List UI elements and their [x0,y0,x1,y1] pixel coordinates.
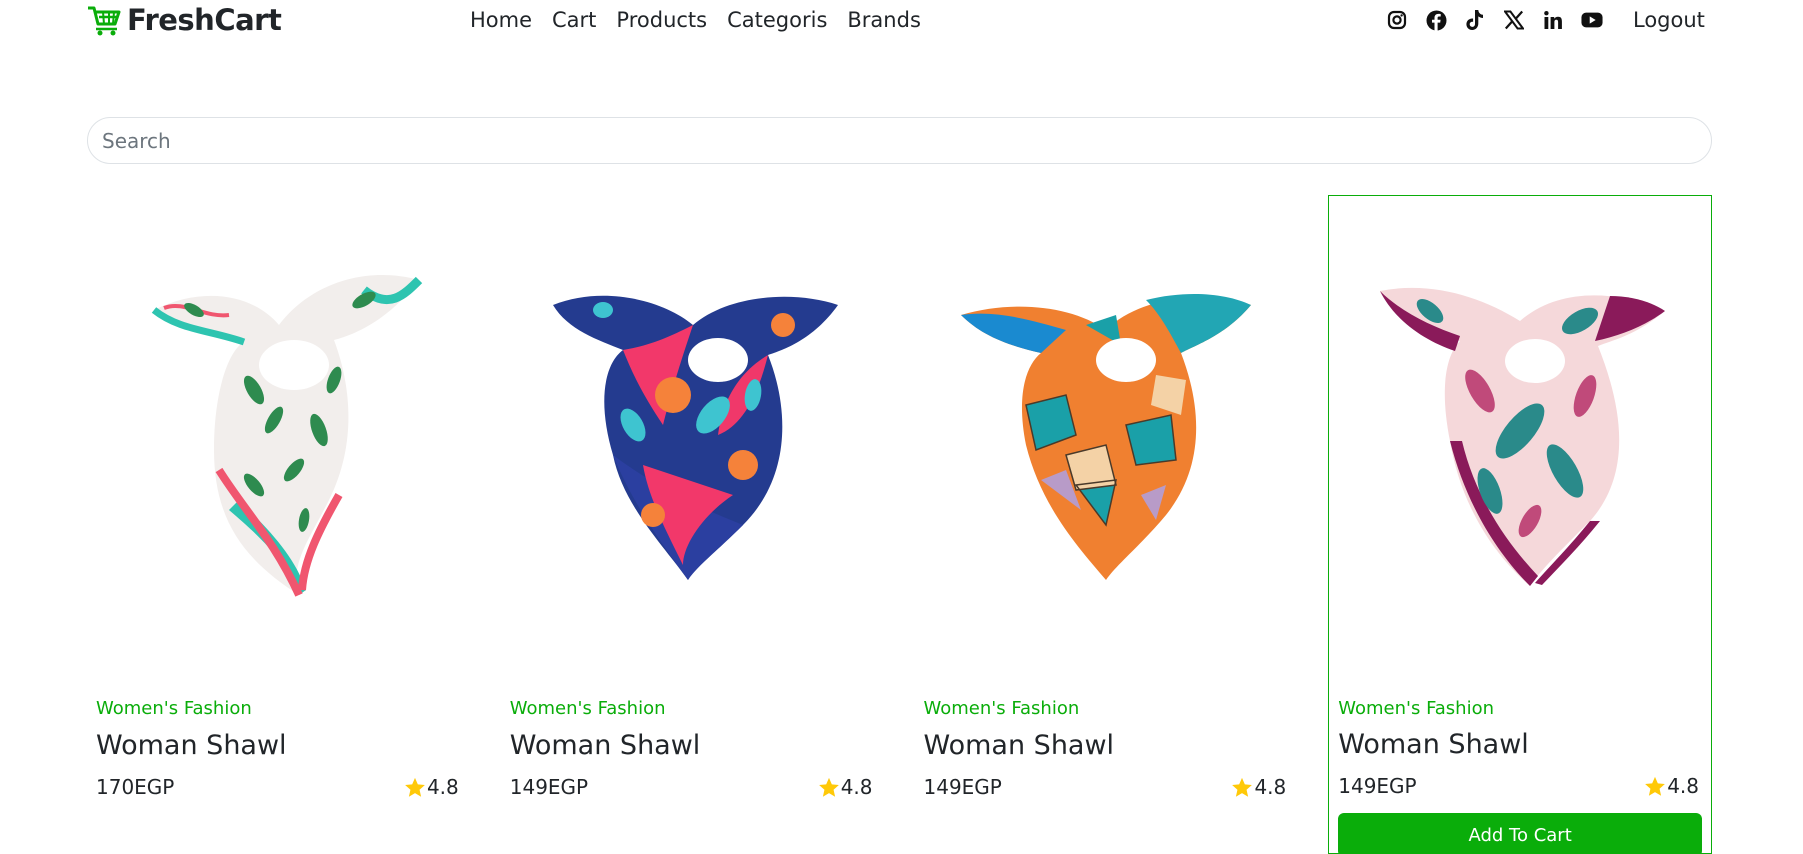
cart-icon [87,4,123,36]
star-icon [1231,777,1253,798]
search-input[interactable] [87,117,1712,164]
add-to-cart-button[interactable]: Add To Cart [1338,813,1702,854]
product-card[interactable]: Women's Fashion Woman Shawl 149EGP 4.8 [915,195,1299,854]
rating-value: 4.8 [840,775,873,799]
product-rating: 4.8 [1644,774,1699,798]
rating-value: 4.8 [1254,775,1287,799]
star-icon [818,777,840,798]
linkedin-icon[interactable] [1542,9,1564,31]
product-price: 149EGP [509,775,589,799]
product-price: 149EGP [923,775,1002,799]
product-card[interactable]: Women's Fashion Woman Shawl 170EGP 4.8 [87,195,471,854]
rating-value: 4.8 [426,775,459,799]
rating-value: 4.8 [1667,774,1699,798]
product-image[interactable] [915,195,1299,675]
nav-link-categories[interactable]: Categoris [727,8,827,32]
nav-link-products[interactable]: Products [616,8,707,32]
facebook-icon[interactable] [1425,9,1447,31]
product-price: 170EGP [96,775,175,799]
product-category[interactable]: Women's Fashion [510,698,666,719]
brand-logo[interactable]: FreshCart [87,3,282,37]
product-title[interactable]: Woman Shawl [924,730,1115,761]
tiktok-icon[interactable] [1464,9,1486,31]
nav-link-home[interactable]: Home [470,8,532,32]
logout-link[interactable]: Logout [1633,8,1705,32]
product-grid: Women's Fashion Woman Shawl 170EGP 4.8 W… [87,195,1712,854]
nav-links: Home Cart Products Categoris Brands [470,8,921,32]
x-icon[interactable] [1503,9,1525,31]
product-category[interactable]: Women's Fashion [924,698,1080,719]
nav-link-brands[interactable]: Brands [847,8,921,32]
product-card[interactable]: Women's Fashion Woman Shawl 149EGP 4.8 [501,195,885,854]
product-title[interactable]: Woman Shawl [1338,729,1529,760]
product-title[interactable]: Woman Shawl [96,730,287,761]
product-title[interactable]: Woman Shawl [510,730,701,761]
navbar: FreshCart Home Cart Products Categoris B… [0,0,1803,42]
youtube-icon[interactable] [1581,9,1603,31]
product-rating: 4.8 [818,775,873,799]
social-links [1386,9,1603,31]
product-rating: 4.8 [1231,775,1286,799]
nav-link-cart[interactable]: Cart [552,8,596,32]
product-image[interactable] [87,195,471,675]
product-card[interactable]: Women's Fashion Woman Shawl 149EGP 4.8 A… [1328,195,1712,854]
product-image[interactable] [501,195,885,675]
product-image[interactable] [1329,196,1711,676]
product-category[interactable]: Women's Fashion [1338,698,1494,719]
instagram-icon[interactable] [1386,9,1408,31]
star-icon [1644,776,1666,797]
product-price: 149EGP [1338,774,1417,798]
brand-name: FreshCart [127,3,282,37]
star-icon [404,777,426,798]
product-category[interactable]: Women's Fashion [96,698,252,719]
product-rating: 4.8 [404,775,459,799]
